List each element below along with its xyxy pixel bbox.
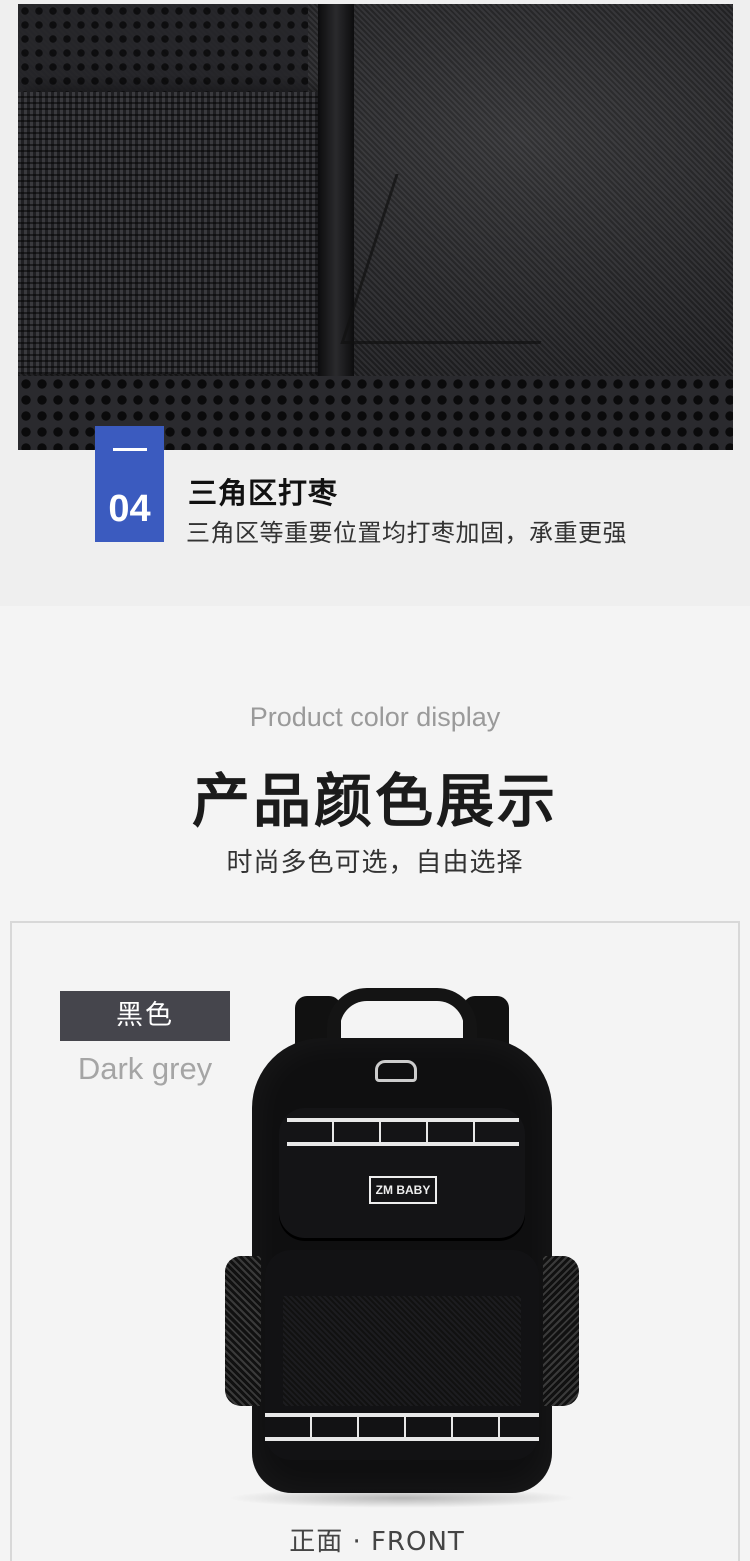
feature-description: 三角区等重要位置均打枣加固，承重更强 (186, 519, 627, 547)
section-title: 产品颜色展示 (191, 767, 558, 835)
zipper-pull (375, 1060, 417, 1082)
pocket-mesh (283, 1296, 521, 1406)
color-name-en: Dark grey (77, 1051, 213, 1086)
backpack-shadow (227, 1488, 577, 1508)
mesh-texture (18, 4, 308, 94)
side-mesh-pocket-left (225, 1256, 261, 1406)
reflective-stripe-upper (287, 1118, 519, 1146)
reflective-stripe-lower (265, 1413, 539, 1441)
webbing-strap (18, 92, 323, 374)
fabric-closeup-image (18, 4, 733, 450)
feature-number: 04 (108, 488, 151, 530)
feature-number-badge: 04 (95, 426, 164, 542)
section-en-subtitle: Product color display (249, 702, 501, 732)
brand-logo: ZM BABY (369, 1176, 437, 1204)
view-label: 正面 · FRONT (289, 1527, 465, 1557)
color-name-tag: 黑色 (60, 991, 230, 1041)
feature-section: 04 三角区打枣 三角区等重要位置均打枣加固，承重更强 (0, 0, 750, 606)
side-mesh-pocket-right (543, 1256, 579, 1406)
dash-icon (112, 448, 147, 451)
product-frame: 黑色 Dark grey ZM BABY 正面 · FRONT (10, 921, 740, 1561)
bartack-stitch (340, 174, 596, 344)
backpack-image: ZM BABY (217, 988, 587, 1508)
color-display-section: Product color display 产品颜色展示 时尚多色可选，自由选择… (0, 606, 750, 1561)
section-subtitle: 时尚多色可选，自由选择 (226, 848, 524, 878)
feature-title: 三角区打枣 (188, 476, 339, 510)
